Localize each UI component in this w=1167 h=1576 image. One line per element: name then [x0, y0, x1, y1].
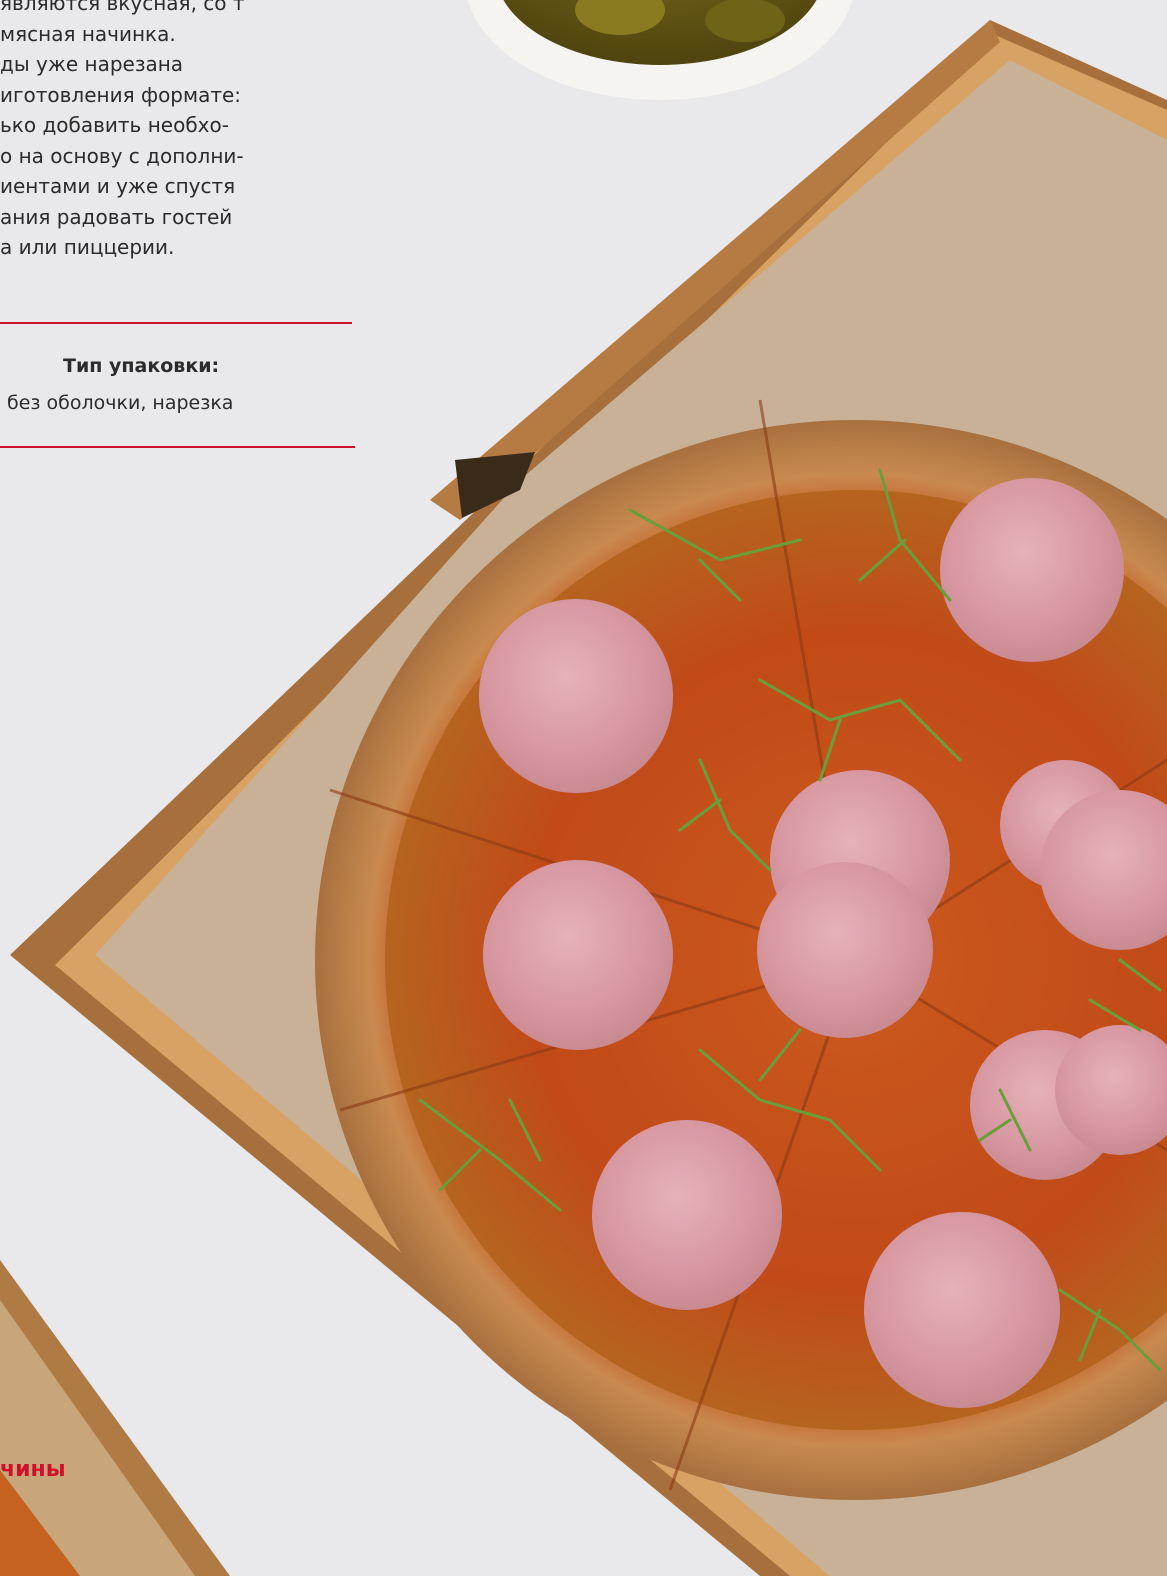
description-line: мясная начинка. — [0, 21, 176, 46]
description-line: являются вкусная, со т — [0, 0, 245, 15]
description-line: иготовления формате: — [0, 82, 242, 107]
section-heading: чины — [0, 1457, 66, 1482]
packaging-value: без оболочки, нарезка — [7, 392, 234, 414]
product-description: являются вкусная, со т мясная начинка. д… — [0, 0, 360, 263]
second-box — [0, 1260, 230, 1576]
description-line: о на основу с дополни- — [0, 143, 244, 168]
jalapeno-bowl — [467, 0, 853, 100]
description-line: ания радовать гостей — [0, 204, 233, 229]
divider-bottom — [0, 446, 355, 448]
packaging-label: Тип упаковки: — [63, 355, 220, 377]
description-line: иентами и уже спустя — [0, 174, 236, 198]
description-line: а или пиццерии. — [0, 235, 175, 259]
description-line: ько добавить необхо- — [0, 113, 229, 137]
divider-top — [0, 322, 352, 324]
description-line: ды уже нарезана — [0, 52, 184, 76]
